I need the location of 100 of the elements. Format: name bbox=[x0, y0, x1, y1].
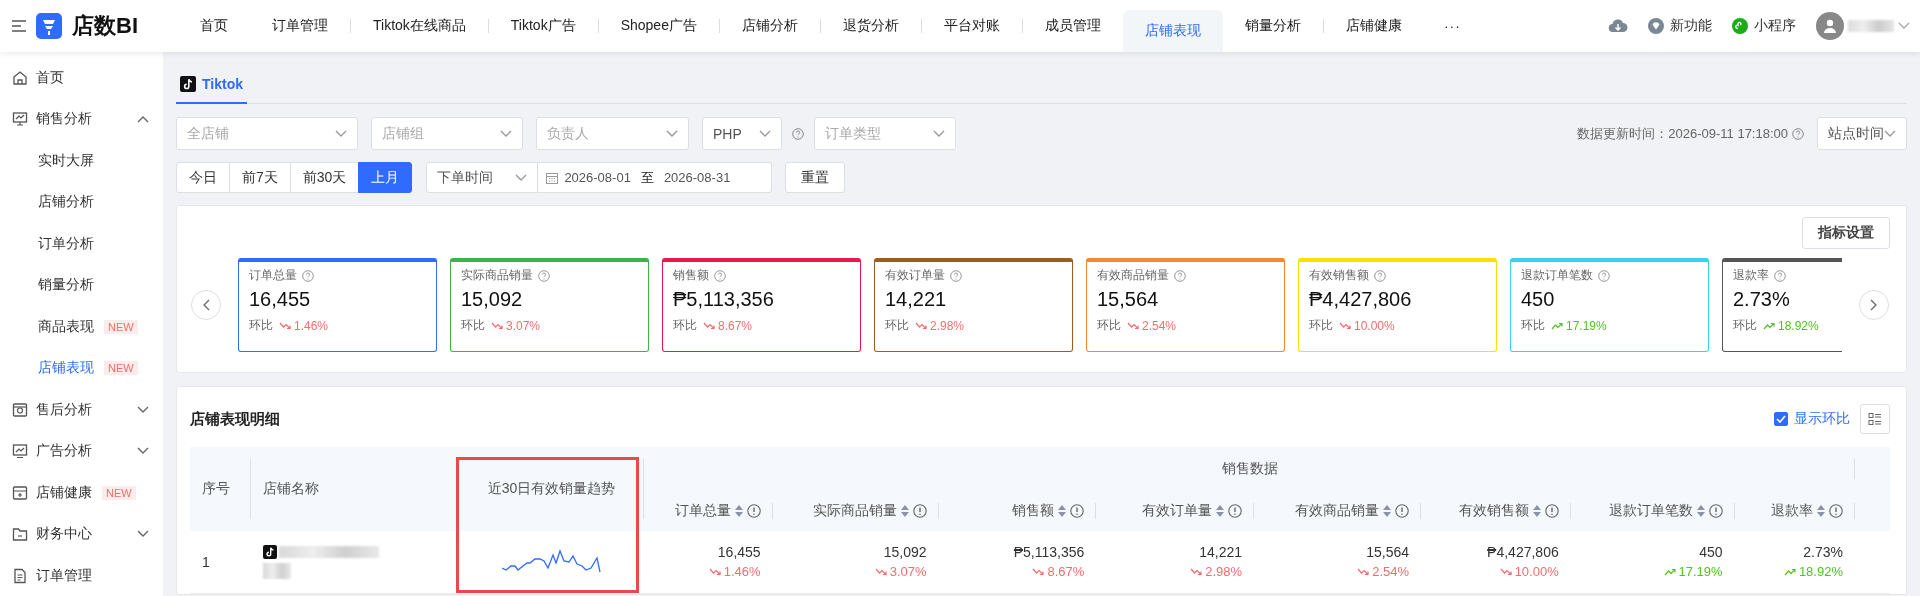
platform-tab[interactable]: Tiktok bbox=[176, 66, 247, 104]
info-icon bbox=[746, 504, 761, 518]
trend-down-icon bbox=[874, 567, 887, 576]
cell-change: 17.19% bbox=[1663, 564, 1723, 580]
column-header: 序号 bbox=[190, 447, 251, 531]
help-icon bbox=[1598, 269, 1610, 282]
next-button[interactable] bbox=[1859, 290, 1889, 320]
chevron-down-icon bbox=[137, 530, 149, 539]
date-range-field[interactable]: 2026-08-01 至 2026-08-31 bbox=[538, 162, 773, 193]
sort-icon[interactable] bbox=[1817, 505, 1825, 517]
nav-tab[interactable]: Tiktok广告 bbox=[488, 0, 598, 52]
update-time-text: 数据更新时间：2026-09-11 17:18:00 bbox=[1577, 124, 1788, 143]
sort-icon[interactable] bbox=[1696, 505, 1705, 517]
app-logo-text: 店数BI bbox=[72, 12, 138, 40]
cell-value: 16,455 bbox=[716, 544, 761, 561]
cell-value: ₱4,427,806 bbox=[1486, 544, 1559, 561]
tiktok-logo-icon bbox=[262, 544, 277, 559]
sort-icon[interactable] bbox=[734, 505, 743, 517]
nav-tab[interactable]: 店铺分析 bbox=[719, 0, 820, 52]
trend-down-icon bbox=[279, 321, 291, 330]
date-range-tab[interactable]: 今日 bbox=[176, 162, 230, 193]
metric-settings-button[interactable]: 指标设置 bbox=[1802, 217, 1890, 249]
metric-label: 有效订单量 bbox=[885, 267, 945, 284]
help-icon bbox=[302, 269, 314, 282]
new-badge: NEW bbox=[104, 319, 138, 334]
sidebar-item[interactable]: 店铺健康 NEW bbox=[0, 472, 163, 514]
info-icon bbox=[1544, 504, 1559, 518]
sidebar-item[interactable]: 售后分析 bbox=[0, 389, 163, 431]
nav-tab[interactable]: Tiktok在线商品 bbox=[351, 0, 488, 52]
cell-change: 18.92% bbox=[1783, 564, 1843, 580]
timezone-select[interactable]: 站点时间 bbox=[1817, 117, 1907, 150]
sidebar-subitem[interactable]: 订单分析 bbox=[0, 223, 163, 265]
sort-icon[interactable] bbox=[1216, 505, 1225, 517]
presentation-board-icon bbox=[12, 111, 28, 128]
date-range-tab[interactable]: 前30天 bbox=[289, 162, 360, 193]
nav-tab[interactable]: 店铺健康 bbox=[1323, 0, 1424, 52]
redacted-store-name bbox=[262, 562, 291, 579]
trend-down-icon bbox=[1032, 567, 1045, 576]
sidebar-subitem[interactable]: 商品表现 NEW bbox=[0, 306, 163, 348]
sidebar-subitem[interactable]: 店铺分析 bbox=[0, 181, 163, 223]
chevron-down-icon bbox=[666, 129, 678, 138]
trend-down-icon bbox=[1499, 567, 1512, 576]
date-range-tab[interactable]: 前7天 bbox=[229, 162, 291, 193]
list-icon bbox=[1868, 412, 1882, 426]
compare-label: 环比 bbox=[1521, 317, 1545, 334]
nav-tab[interactable]: 销量分析 bbox=[1222, 0, 1323, 52]
more-menu[interactable]: ··· bbox=[1423, 18, 1481, 34]
info-icon bbox=[1228, 504, 1243, 518]
checkmark-icon bbox=[1776, 415, 1786, 423]
metric-value: 14,221 bbox=[885, 288, 948, 311]
cell-value: 14,221 bbox=[1198, 544, 1243, 561]
sort-icon[interactable] bbox=[900, 505, 909, 517]
column-header: 近30日有效销量趋势 bbox=[459, 447, 645, 531]
sidebar-item[interactable]: 广告分析 bbox=[0, 430, 163, 472]
avatar[interactable] bbox=[1816, 12, 1844, 40]
date-type-select[interactable]: 下单时间 bbox=[426, 162, 539, 193]
show-compare-checkbox[interactable]: 显示环比 bbox=[1774, 410, 1850, 428]
sort-icon[interactable] bbox=[1383, 505, 1392, 517]
sidebar-item[interactable]: 订单管理 bbox=[0, 555, 163, 596]
chevron-down-icon bbox=[137, 405, 149, 414]
metric-value: 16,455 bbox=[249, 288, 312, 311]
nav-tab[interactable]: Shopee广告 bbox=[598, 0, 719, 52]
column-header: 订单总量 bbox=[674, 502, 731, 520]
metric-value: ₱4,427,806 bbox=[1309, 288, 1413, 311]
sidebar-item[interactable]: 财务中心 bbox=[0, 513, 163, 555]
sidebar-subitem[interactable]: 销量分析 bbox=[0, 264, 163, 306]
nav-tab[interactable]: 退货分析 bbox=[820, 0, 921, 52]
sort-icon[interactable] bbox=[1058, 505, 1067, 517]
cloud-download-icon[interactable] bbox=[1608, 18, 1628, 34]
menu-icon[interactable] bbox=[12, 20, 26, 32]
help-icon bbox=[714, 269, 726, 282]
column-settings-button[interactable] bbox=[1860, 404, 1890, 434]
info-icon bbox=[1708, 504, 1723, 518]
chevron-down-icon bbox=[933, 129, 945, 138]
sidebar-item[interactable]: 首页 bbox=[0, 57, 163, 99]
nav-tab[interactable]: 成员管理 bbox=[1022, 0, 1123, 52]
date-range-tab[interactable]: 上月 bbox=[358, 162, 413, 193]
column-header: 店铺名称 bbox=[250, 447, 460, 531]
mini-program-link[interactable]: 小程序 bbox=[1732, 17, 1796, 35]
sidebar-item[interactable]: 销售分析 bbox=[0, 98, 163, 140]
trend-down-icon bbox=[915, 321, 927, 330]
chevron-up-icon bbox=[137, 115, 149, 124]
nav-tab[interactable]: 订单管理 bbox=[250, 0, 350, 52]
sort-icon[interactable] bbox=[1532, 505, 1541, 517]
sidebar-subitem[interactable]: 实时大屏 bbox=[0, 140, 163, 182]
metric-label: 销售额 bbox=[673, 267, 709, 284]
info-icon bbox=[912, 504, 927, 518]
nav-tab[interactable]: 店铺表现 bbox=[1122, 10, 1223, 52]
nav-tab[interactable]: 首页 bbox=[178, 0, 250, 52]
chevron-down-icon bbox=[500, 129, 512, 138]
currency-select[interactable]: PHP bbox=[702, 117, 782, 150]
nav-tab[interactable]: 平台对账 bbox=[921, 0, 1022, 52]
trend-down-icon bbox=[1190, 567, 1203, 576]
reset-button[interactable]: 重置 bbox=[785, 162, 846, 193]
chevron-down-icon bbox=[759, 129, 771, 138]
sidebar-subitem[interactable]: 店铺表现 NEW bbox=[0, 347, 163, 389]
previous-button[interactable] bbox=[191, 290, 221, 320]
help-icon bbox=[1774, 269, 1786, 282]
calendar-icon bbox=[546, 171, 559, 184]
new-features-link[interactable]: 新功能 bbox=[1648, 17, 1712, 35]
